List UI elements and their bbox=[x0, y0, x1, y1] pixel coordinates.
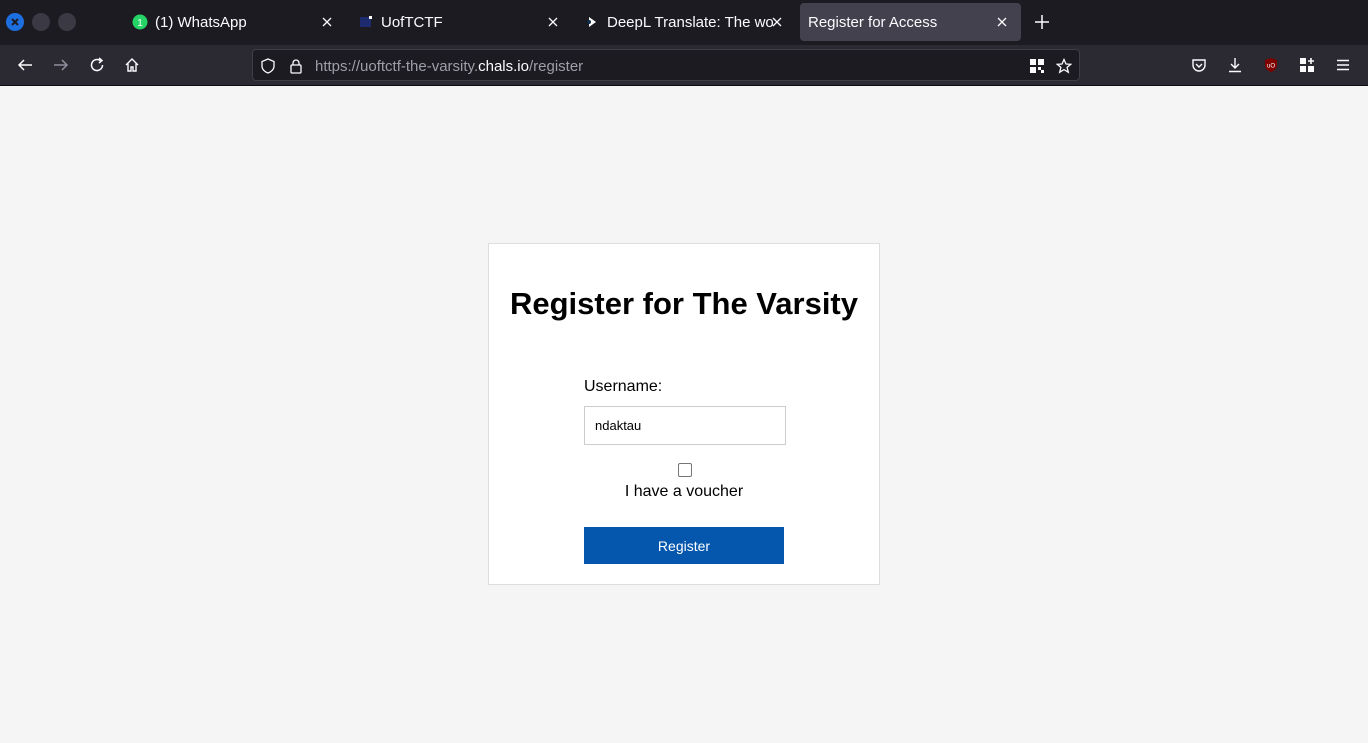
close-icon bbox=[11, 18, 19, 26]
back-button[interactable] bbox=[15, 55, 35, 75]
hamburger-menu-icon bbox=[1337, 59, 1349, 71]
plus-icon bbox=[1035, 15, 1049, 29]
extensions-icon bbox=[1300, 58, 1314, 72]
tab-close-icon[interactable] bbox=[318, 13, 336, 31]
new-tab-button[interactable] bbox=[1032, 12, 1052, 32]
tab-title: UofTCTF bbox=[381, 13, 443, 31]
register-form: Register for The Varsity Username: I hav… bbox=[488, 243, 880, 585]
extensions-button[interactable] bbox=[1297, 55, 1317, 75]
window-maximize-button[interactable] bbox=[58, 13, 76, 31]
ublock-icon: uO bbox=[1265, 58, 1277, 72]
voucher-label: I have a voucher bbox=[624, 483, 744, 500]
tab-uoftctf[interactable]: UofTCTF bbox=[350, 3, 572, 41]
voucher-checkbox[interactable] bbox=[678, 463, 692, 477]
downloads-button[interactable] bbox=[1225, 55, 1245, 75]
url-path: /register bbox=[528, 58, 584, 75]
window-close-button[interactable] bbox=[6, 13, 24, 31]
tab-register-for-access[interactable]: Register for Access bbox=[800, 3, 1021, 41]
whatsapp-icon: 1 bbox=[132, 14, 148, 30]
arrow-right-icon bbox=[54, 59, 69, 71]
home-icon bbox=[125, 58, 139, 72]
menu-button[interactable] bbox=[1333, 55, 1353, 75]
tab-whatsapp[interactable]: 1 (1) WhatsApp bbox=[124, 3, 346, 41]
tab-deepl[interactable]: DeepL Translate: The wor bbox=[576, 3, 796, 41]
username-input[interactable] bbox=[584, 406, 786, 445]
forward-button[interactable] bbox=[51, 55, 71, 75]
tab-title: (1) WhatsApp bbox=[155, 13, 247, 31]
deepl-icon bbox=[584, 14, 600, 30]
username-label: Username: bbox=[584, 378, 663, 395]
arrow-left-icon bbox=[17, 59, 32, 71]
url-host: chals.io bbox=[478, 58, 529, 75]
page-title: Register for The Varsity bbox=[509, 286, 858, 321]
tab-title: DeepL Translate: The wor bbox=[607, 13, 773, 31]
tab-close-icon[interactable] bbox=[544, 13, 562, 31]
pocket-icon bbox=[1192, 59, 1206, 72]
home-button[interactable] bbox=[122, 55, 142, 75]
page-content: Register for The Varsity Username: I hav… bbox=[0, 86, 1368, 743]
tab-close-icon[interactable] bbox=[993, 13, 1011, 31]
window-minimize-button[interactable] bbox=[32, 13, 50, 31]
svg-text:uO: uO bbox=[1267, 64, 1275, 70]
tab-title: Register for Access bbox=[808, 13, 938, 31]
qr-code-icon[interactable] bbox=[1027, 56, 1047, 76]
reload-icon bbox=[90, 57, 104, 72]
reload-button[interactable] bbox=[87, 55, 107, 75]
download-icon bbox=[1229, 58, 1241, 73]
uoftctf-icon bbox=[358, 14, 374, 30]
url-text[interactable]: https://uoftctf-the-varsity.chals.io/reg… bbox=[315, 58, 583, 75]
navigation-bar: https://uoftctf-the-varsity.chals.io/reg… bbox=[0, 45, 1368, 86]
svg-text:1: 1 bbox=[137, 18, 143, 29]
ublock-origin-button[interactable]: uO bbox=[1261, 55, 1281, 75]
tracking-protection-icon[interactable] bbox=[258, 56, 278, 76]
pocket-button[interactable] bbox=[1189, 55, 1209, 75]
bookmark-star-icon[interactable] bbox=[1054, 56, 1074, 76]
tab-close-icon[interactable] bbox=[768, 13, 786, 31]
url-prefix: https://uoftctf-the-varsity. bbox=[315, 58, 479, 75]
address-bar[interactable]: https://uoftctf-the-varsity.chals.io/reg… bbox=[252, 49, 1080, 81]
lock-icon[interactable] bbox=[286, 56, 306, 76]
tab-bar: 1 (1) WhatsApp UofTCTF DeepL Translate: … bbox=[0, 0, 1368, 45]
register-button[interactable]: Register bbox=[584, 527, 784, 564]
window-controls bbox=[6, 13, 76, 31]
